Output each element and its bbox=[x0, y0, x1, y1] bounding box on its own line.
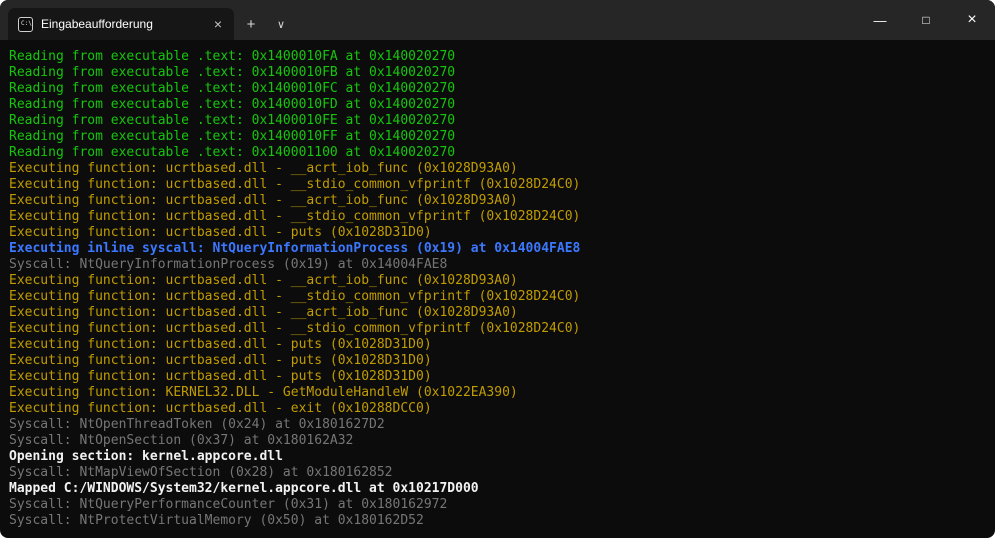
terminal-line: Executing function: ucrtbased.dll - puts… bbox=[9, 225, 995, 241]
terminal-line: Reading from executable .text: 0x1400010… bbox=[9, 49, 995, 65]
terminal-line: Syscall: NtOpenThreadToken (0x24) at 0x1… bbox=[9, 417, 995, 433]
terminal-line: Executing inline syscall: NtQueryInforma… bbox=[9, 241, 995, 257]
terminal-line: Reading from executable .text: 0x1400010… bbox=[9, 65, 995, 81]
terminal-line: Executing function: ucrtbased.dll - exit… bbox=[9, 401, 995, 417]
terminal-line: Reading from executable .text: 0x1400010… bbox=[9, 113, 995, 129]
terminal-output[interactable]: Reading from executable .text: 0x1400010… bbox=[0, 40, 995, 529]
terminal-line: Syscall: NtQueryPerformanceCounter (0x31… bbox=[9, 497, 995, 513]
terminal-line: Reading from executable .text: 0x1400010… bbox=[9, 81, 995, 97]
terminal-line: Executing function: KERNEL32.DLL - GetMo… bbox=[9, 385, 995, 401]
terminal-line: Executing function: ucrtbased.dll - puts… bbox=[9, 369, 995, 385]
tab-close-icon[interactable]: × bbox=[210, 15, 226, 33]
terminal-line: Syscall: NtProtectVirtualMemory (0x50) a… bbox=[9, 513, 995, 529]
terminal-line: Executing function: ucrtbased.dll - __ac… bbox=[9, 193, 995, 209]
minimize-button[interactable]: — bbox=[857, 0, 903, 40]
terminal-line: Executing function: ucrtbased.dll - __st… bbox=[9, 177, 995, 193]
terminal-line: Syscall: NtMapViewOfSection (0x28) at 0x… bbox=[9, 465, 995, 481]
terminal-line: Opening section: kernel.appcore.dll bbox=[9, 449, 995, 465]
terminal-line: Reading from executable .text: 0x1400010… bbox=[9, 129, 995, 145]
maximize-button[interactable]: □ bbox=[903, 0, 949, 40]
cmd-icon: C:\_ bbox=[18, 17, 33, 32]
terminal-line: Executing function: ucrtbased.dll - __st… bbox=[9, 321, 995, 337]
terminal-line: Syscall: NtOpenSection (0x37) at 0x18016… bbox=[9, 433, 995, 449]
terminal-line: Reading from executable .text: 0x1400011… bbox=[9, 145, 995, 161]
terminal-line: Executing function: ucrtbased.dll - __ac… bbox=[9, 161, 995, 177]
terminal-line: Executing function: ucrtbased.dll - __st… bbox=[9, 289, 995, 305]
terminal-line: Reading from executable .text: 0x1400010… bbox=[9, 97, 995, 113]
tab-title: Eingabeaufforderung bbox=[41, 17, 202, 31]
terminal-line: Mapped C:/WINDOWS/System32/kernel.appcor… bbox=[9, 481, 995, 497]
chevron-down-icon[interactable]: ∨ bbox=[268, 8, 294, 40]
terminal-window: C:\_ Eingabeaufforderung × + ∨ — □ × Rea… bbox=[0, 0, 995, 538]
terminal-line: Syscall: NtQueryInformationProcess (0x19… bbox=[9, 257, 995, 273]
terminal-line: Executing function: ucrtbased.dll - __ac… bbox=[9, 273, 995, 289]
new-tab-button[interactable]: + bbox=[236, 8, 266, 40]
terminal-line: Executing function: ucrtbased.dll - puts… bbox=[9, 353, 995, 369]
terminal-line: Executing function: ucrtbased.dll - __st… bbox=[9, 209, 995, 225]
close-button[interactable]: × bbox=[949, 0, 995, 40]
titlebar: C:\_ Eingabeaufforderung × + ∨ — □ × bbox=[0, 0, 995, 40]
tab-eingabeaufforderung[interactable]: C:\_ Eingabeaufforderung × bbox=[8, 8, 234, 40]
terminal-line: Executing function: ucrtbased.dll - __ac… bbox=[9, 305, 995, 321]
terminal-line: Executing function: ucrtbased.dll - puts… bbox=[9, 337, 995, 353]
